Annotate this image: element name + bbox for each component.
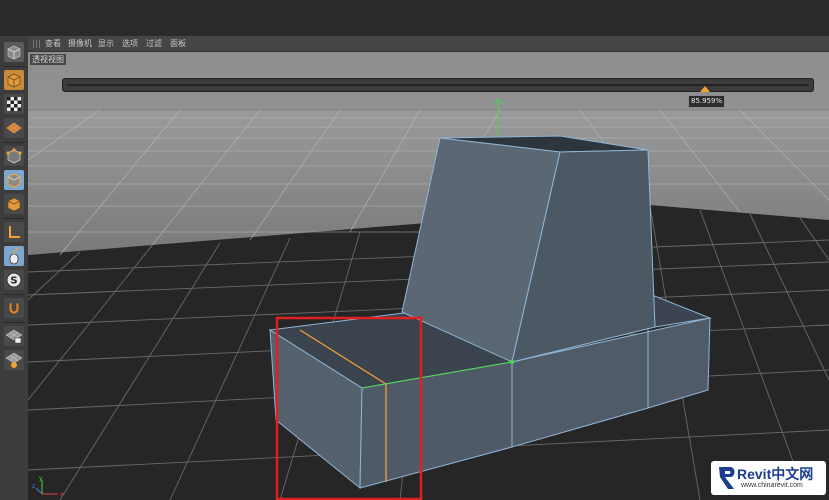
logo-brand-text: Revit中文网	[737, 466, 814, 482]
axis-mode-icon[interactable]	[4, 222, 24, 242]
viewport-label: 透视视图	[30, 54, 66, 65]
points-mode-icon[interactable]	[4, 146, 24, 166]
menu-item-options[interactable]: 选项	[122, 38, 138, 49]
menu-item-panel[interactable]: 面板	[170, 38, 186, 49]
menu-item-filter[interactable]: 过滤	[146, 38, 162, 49]
menu-item-camera[interactable]: 摄像机	[68, 38, 92, 49]
revit-logo-icon	[719, 467, 735, 489]
svg-text:S: S	[10, 276, 17, 287]
workplane-icon[interactable]	[4, 350, 24, 370]
slider-track	[67, 84, 809, 86]
axis-gizmo: y x z	[32, 475, 64, 498]
revit-logo: Revit中文网 www.chinarevit.com	[711, 461, 826, 495]
menu-item-display[interactable]: 显示	[98, 38, 114, 49]
edges-mode-icon[interactable]	[4, 170, 24, 190]
cube-view-icon-2[interactable]	[4, 70, 24, 90]
slider-handle[interactable]	[700, 86, 710, 92]
workplane-lock-icon[interactable]	[4, 326, 24, 346]
checker-texture-icon[interactable]	[4, 94, 24, 114]
logo-url-text: www.chinarevit.com	[741, 482, 803, 489]
snap-icon[interactable]: S	[4, 270, 24, 290]
polygons-mode-icon[interactable]	[4, 194, 24, 214]
menu-item-view[interactable]: 查看	[45, 38, 61, 49]
svg-text:y: y	[39, 475, 43, 482]
tweak-mode-icon[interactable]	[4, 246, 24, 266]
svg-text:z: z	[32, 483, 35, 490]
viewport-menu-bar: 查看 摄像机 显示 选项 过滤 面板	[28, 36, 829, 52]
grip-icon[interactable]	[33, 40, 41, 48]
magnet-icon[interactable]	[4, 298, 24, 318]
left-toolbar: S	[0, 36, 29, 500]
3d-viewport[interactable]	[28, 52, 829, 500]
svg-text:x: x	[60, 491, 64, 498]
slider-value-readout: 85.959%	[688, 95, 726, 108]
cube-view-icon[interactable]	[4, 42, 24, 62]
texture-tag-icon[interactable]	[4, 118, 24, 138]
top-bar	[0, 0, 829, 36]
